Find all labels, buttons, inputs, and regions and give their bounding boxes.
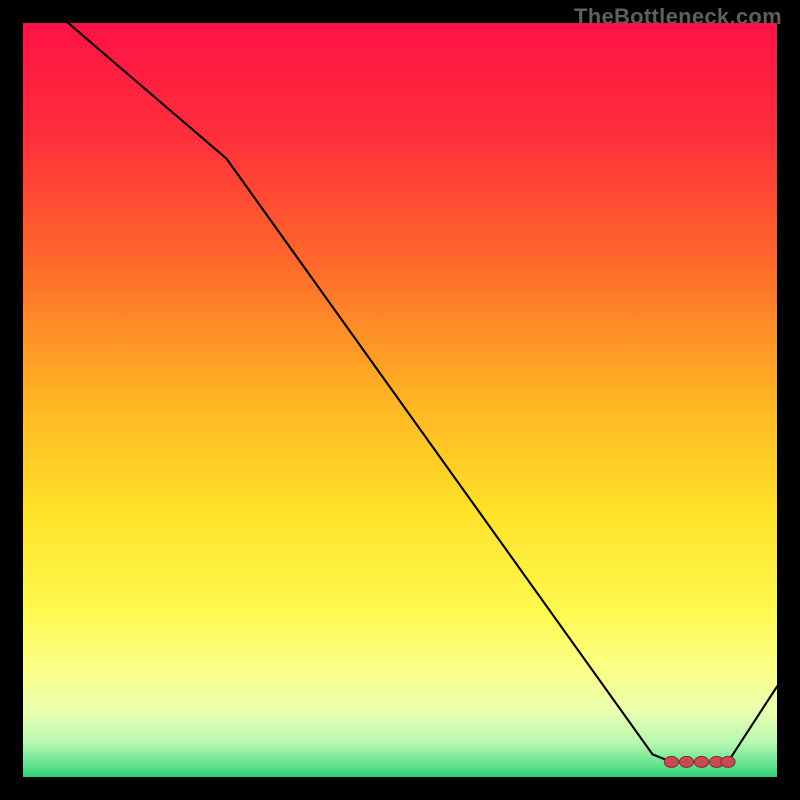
- plot-area: [23, 23, 777, 777]
- chart-stage: TheBottleneck.com: [0, 0, 800, 800]
- data-marker: [721, 756, 735, 767]
- data-marker: [694, 756, 708, 767]
- data-marker: [664, 756, 678, 767]
- data-marker: [679, 756, 693, 767]
- chart-svg: [23, 23, 777, 777]
- data-markers: [664, 756, 735, 767]
